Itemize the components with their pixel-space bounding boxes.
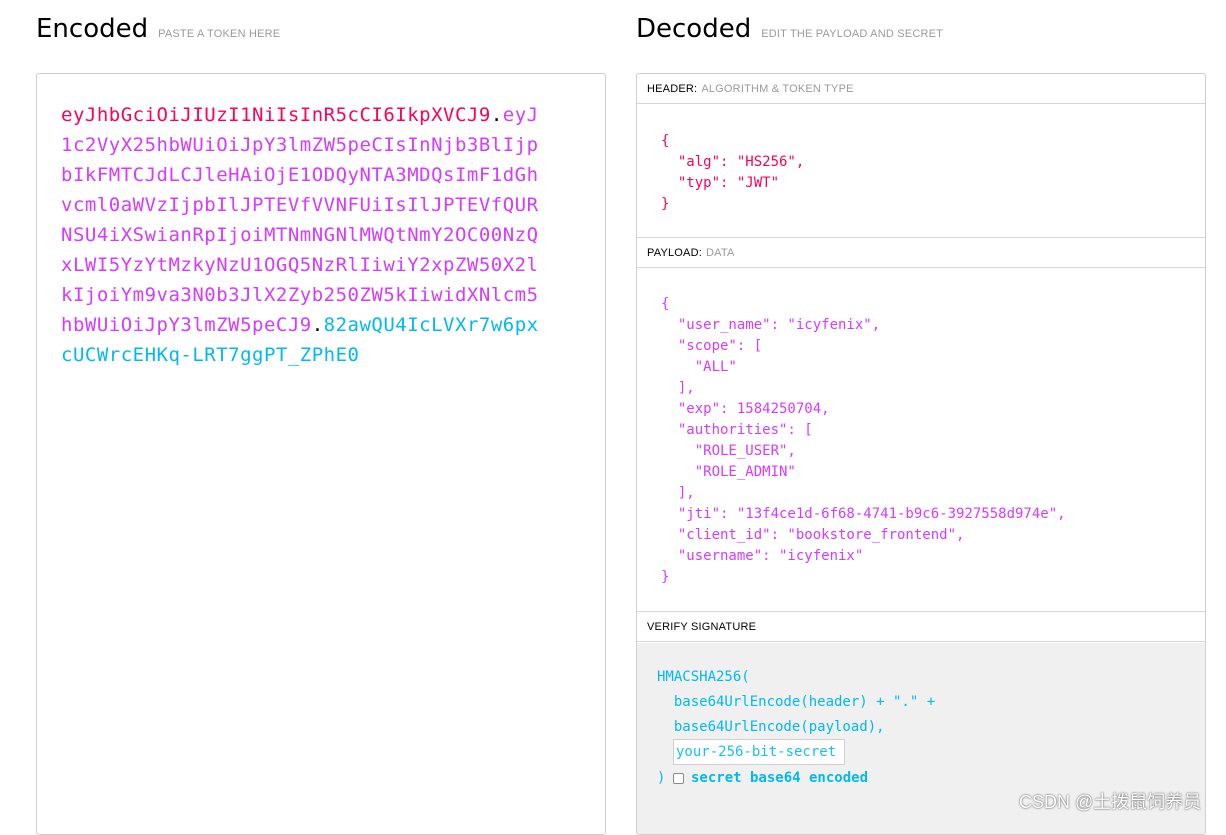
- payload-section-title: PAYLOAD: DATA: [637, 238, 1205, 268]
- json-line: "client_id": "bookstore_frontend",: [661, 527, 965, 543]
- header-json-editor[interactable]: { "alg": "HS256", "typ": "JWT"}: [661, 131, 804, 215]
- token-signature-part: 82awQU4IcLVXr7w6px: [323, 314, 539, 336]
- verify-section-title: VERIFY SIGNATURE: [637, 612, 1205, 642]
- token-payload-part: eyJ: [502, 104, 539, 126]
- token-line: cUCWrcEHKq-LRT7ggPT_ZPhE0: [61, 340, 543, 370]
- token-dot: .: [311, 314, 324, 336]
- payload-sublabel: DATA: [706, 246, 735, 259]
- json-line: "scope": [: [661, 338, 763, 354]
- token-line: vcml0aWVzIjpbIlJPTEVfVVNFUiIsIlJPTEVfQUR: [61, 190, 543, 220]
- payload-label: PAYLOAD:: [647, 246, 702, 259]
- token-dot: .: [490, 104, 503, 126]
- header-encode-line: base64UrlEncode(header) + "." +: [657, 694, 936, 710]
- token-line: eyJhbGciOiJIUzI1NiIsInR5cCI6IkpXVCJ9.eyJ: [61, 100, 543, 130]
- decoded-heading: Decoded EDIT THE PAYLOAD AND SECRET: [636, 14, 943, 44]
- json-line: "ALL": [661, 359, 737, 375]
- hmac-function: HMACSHA256(: [657, 669, 750, 685]
- token-line: kIjoiYm9va3N0b3JlX2Zyb250ZW5kIiwidXNlcm5: [61, 280, 543, 310]
- encoded-title: Encoded: [36, 14, 149, 44]
- decoded-title: Decoded: [636, 14, 752, 44]
- token-line: hbWUiOiJpY3lmZW5peCJ9.82awQU4IcLVXr7w6px: [61, 310, 543, 340]
- json-line: "username": "icyfenix": [661, 548, 864, 564]
- json-line: }: [661, 569, 670, 585]
- json-line: "alg": "HS256",: [661, 154, 805, 170]
- decoded-subtitle: EDIT THE PAYLOAD AND SECRET: [761, 28, 944, 40]
- decoded-panel: HEADER: ALGORITHM & TOKEN TYPE { "alg": …: [636, 73, 1206, 835]
- json-line: "jti": "13f4ce1d-6f68-4741-b9c6-3927558d…: [661, 506, 1066, 522]
- base64-encoded-checkbox[interactable]: [673, 773, 684, 784]
- token-header-part: eyJhbGciOiJIUzI1NiIsInR5cCI6IkpXVCJ9: [61, 104, 491, 126]
- json-line: {: [661, 296, 670, 312]
- json-line: ],: [661, 380, 695, 396]
- encoded-token-editor[interactable]: eyJhbGciOiJIUzI1NiIsInR5cCI6IkpXVCJ9.eyJ…: [36, 73, 606, 835]
- payload-encode-line: base64UrlEncode(payload),: [657, 719, 885, 735]
- encoded-heading: Encoded PASTE A TOKEN HERE: [36, 14, 280, 44]
- payload-json-editor[interactable]: { "user_name": "icyfenix", "scope": [ "A…: [661, 294, 1066, 588]
- token-line: NSU4iXSwianRpIjoiMTNmNGNlMWQtNmY2OC00NzQ: [61, 220, 543, 250]
- token-line: bIkFMTCJdLCJleHAiOjE1ODQyNTA3MDQsImF1dGh: [61, 160, 543, 190]
- json-line: "user_name": "icyfenix",: [661, 317, 881, 333]
- verify-label: VERIFY SIGNATURE: [647, 620, 757, 633]
- header-label: HEADER:: [647, 82, 698, 95]
- token-line: 1c2VyX25hbWUiOiJpY3lmZW5peCIsInNjb3BlIjp: [61, 130, 543, 160]
- watermark: CSDN @土拨鼠饲养员: [1019, 792, 1202, 812]
- json-line: }: [661, 196, 670, 212]
- encoded-subtitle: PASTE A TOKEN HERE: [158, 28, 281, 40]
- json-line: "ROLE_ADMIN": [661, 464, 796, 480]
- closing-paren: ): [657, 770, 666, 786]
- json-line: "typ": "JWT": [661, 175, 780, 191]
- token-line: xLWI5YzYtMzkyNzU1OGQ5NzRlIiwiY2xpZW50X2l: [61, 250, 543, 280]
- base64-encoded-label[interactable]: secret base64 encoded: [691, 770, 868, 786]
- token-payload-part: vcml0aWVzIjpbIlJPTEVfVVNFUiIsIlJPTEVfQUR: [61, 194, 539, 216]
- token-payload-part: NSU4iXSwianRpIjoiMTNmNGNlMWQtNmY2OC00NzQ: [61, 224, 539, 246]
- token-payload-part: xLWI5YzYtMzkyNzU1OGQ5NzRlIiwiY2xpZW50X2l: [61, 254, 539, 276]
- token-payload-part: kIjoiYm9va3N0b3JlX2Zyb250ZW5kIiwidXNlcm5: [61, 284, 539, 306]
- encoded-token-text[interactable]: eyJhbGciOiJIUzI1NiIsInR5cCI6IkpXVCJ9.eyJ…: [61, 100, 543, 370]
- token-payload-part: bIkFMTCJdLCJleHAiOjE1ODQyNTA3MDQsImF1dGh: [61, 164, 539, 186]
- json-line: ],: [661, 485, 695, 501]
- token-payload-part: 1c2VyX25hbWUiOiJpY3lmZW5peCIsInNjb3BlIjp: [61, 134, 539, 156]
- token-signature-part: cUCWrcEHKq-LRT7ggPT_ZPhE0: [61, 344, 360, 366]
- header-section-title: HEADER: ALGORITHM & TOKEN TYPE: [637, 74, 1205, 104]
- json-line: "ROLE_USER",: [661, 443, 796, 459]
- json-line: "authorities": [: [661, 422, 813, 438]
- header-sublabel: ALGORITHM & TOKEN TYPE: [701, 82, 854, 95]
- secret-input[interactable]: [673, 739, 845, 765]
- json-line: "exp": 1584250704,: [661, 401, 830, 417]
- token-payload-part: hbWUiOiJpY3lmZW5peCJ9: [61, 314, 312, 336]
- json-line: {: [661, 133, 670, 149]
